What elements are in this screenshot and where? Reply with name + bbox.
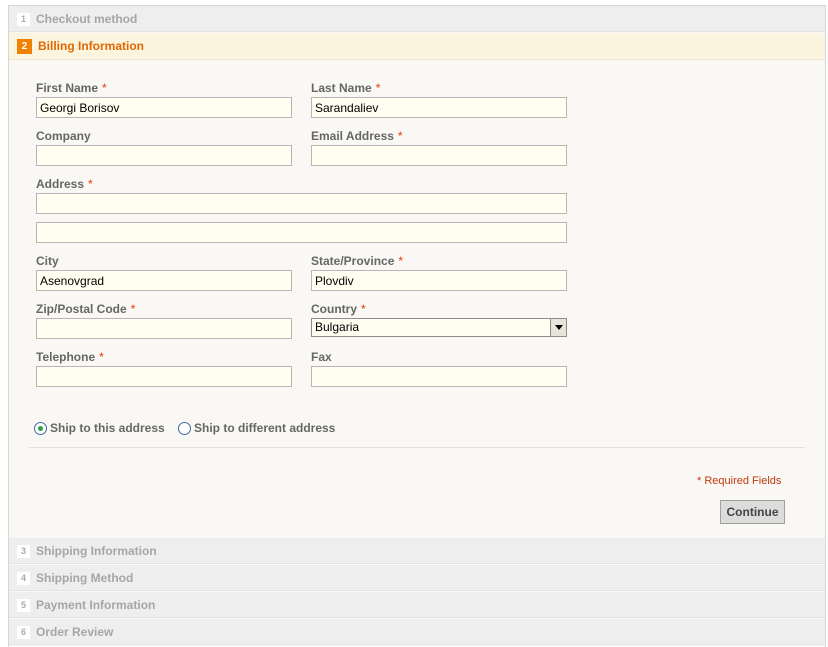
step-title: Shipping Information <box>36 544 157 558</box>
fax-input[interactable] <box>311 366 567 387</box>
first-name-input[interactable] <box>36 97 292 118</box>
step-shipping-information[interactable]: 3 Shipping Information <box>9 538 825 564</box>
address-line1-input[interactable] <box>36 193 567 214</box>
telephone-label: Telephone * <box>36 350 104 364</box>
step-number: 5 <box>17 599 30 612</box>
address-line2-input[interactable] <box>36 222 567 243</box>
step-title: Payment Information <box>36 598 156 612</box>
required-fields-note: * Required Fields <box>697 475 782 487</box>
last-name-input[interactable] <box>311 97 567 118</box>
email-input[interactable] <box>311 145 567 166</box>
address-label: Address * <box>36 177 93 191</box>
country-selected-value: Bulgaria <box>315 320 360 334</box>
city-label: City <box>36 254 59 268</box>
zip-label: Zip/Postal Code * <box>36 302 136 316</box>
step-order-review[interactable]: 6 Order Review <box>9 619 825 645</box>
email-label: Email Address * <box>311 129 403 143</box>
step-title: Checkout method <box>36 12 138 26</box>
radio-selected[interactable] <box>34 421 47 435</box>
fax-label: Fax <box>311 350 332 364</box>
company-input[interactable] <box>36 145 292 166</box>
step-number: 3 <box>17 545 30 558</box>
step-number: 1 <box>17 13 30 26</box>
country-select[interactable]: Bulgaria <box>311 318 567 337</box>
company-label: Company <box>36 129 91 143</box>
chevron-down-icon[interactable] <box>550 319 566 336</box>
zip-input[interactable] <box>36 318 292 339</box>
state-input[interactable] <box>311 270 567 291</box>
divider <box>29 447 805 448</box>
ship-diff-label: Ship to different address <box>194 421 336 435</box>
step-title: Shipping Method <box>36 571 134 585</box>
step-title: Order Review <box>36 625 114 639</box>
city-input[interactable] <box>36 270 292 291</box>
continue-button[interactable]: Continue <box>720 500 785 524</box>
step-payment-information[interactable]: 5 Payment Information <box>9 592 825 618</box>
radio-unselected[interactable] <box>178 421 191 435</box>
ship-to-different-address-option[interactable]: Ship to different address <box>178 421 335 435</box>
step-shipping-method[interactable]: 4 Shipping Method <box>9 565 825 591</box>
step-number: 4 <box>17 572 30 585</box>
first-name-label: First Name * <box>36 81 107 95</box>
ship-to-this-address-option[interactable]: Ship to this address <box>34 421 165 435</box>
telephone-input[interactable] <box>36 366 292 387</box>
ship-same-label: Ship to this address <box>50 421 165 435</box>
state-label: State/Province * <box>311 254 404 268</box>
step-number: 2 <box>17 39 32 54</box>
step-billing-information[interactable]: 2 Billing Information <box>9 33 825 60</box>
step-checkout-method[interactable]: 1 Checkout method <box>9 6 825 32</box>
checkout-panel: 1 Checkout method 2 Billing Information … <box>8 5 826 647</box>
last-name-label: Last Name * <box>311 81 381 95</box>
step-title: Billing Information <box>38 39 144 53</box>
country-label: Country * <box>311 302 366 316</box>
step-number: 6 <box>17 626 30 639</box>
